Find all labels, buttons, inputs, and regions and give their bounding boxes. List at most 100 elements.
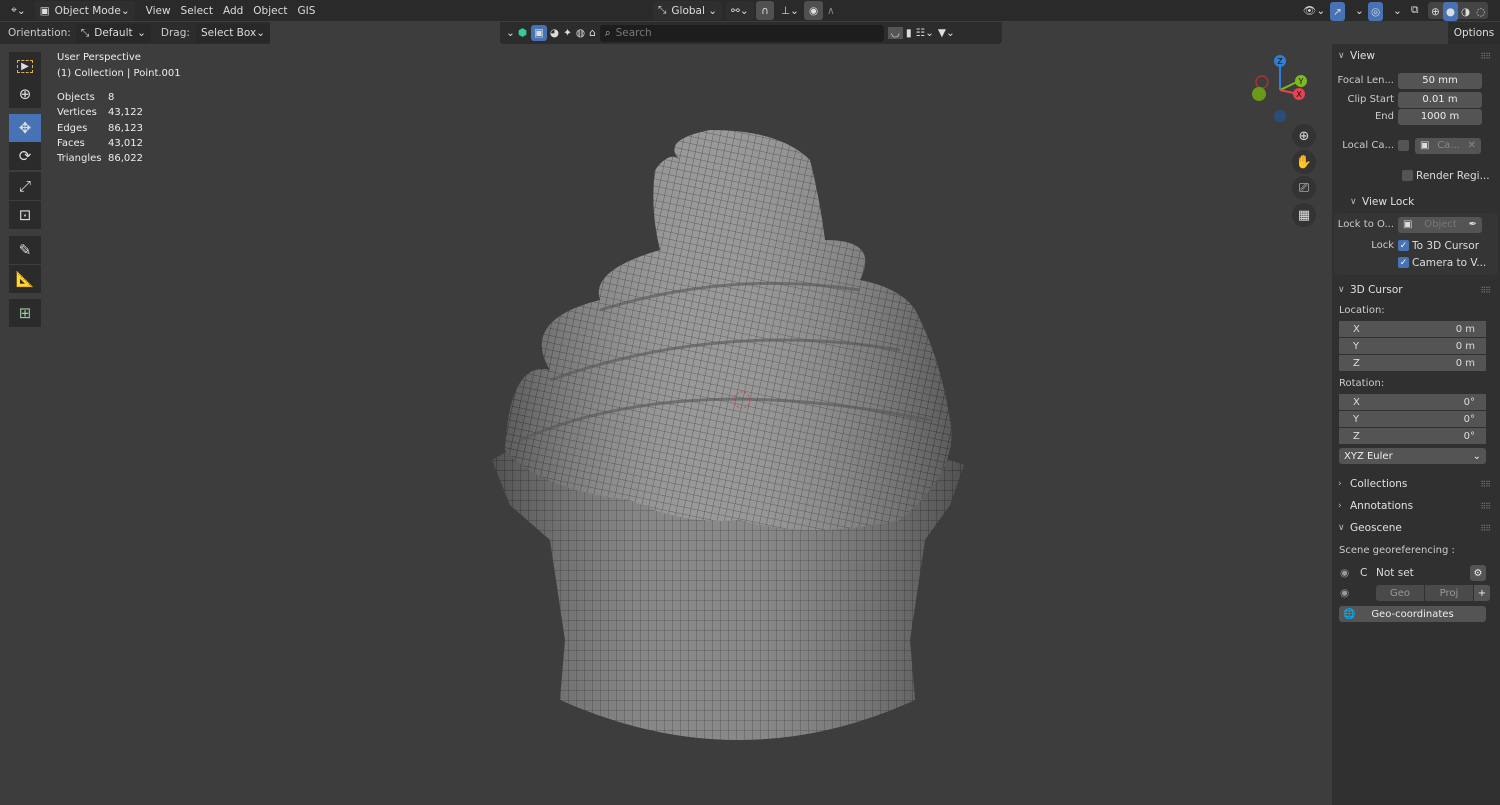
rotate-tool[interactable]: ⟳ — [9, 142, 41, 170]
filter-toggle[interactable]: ◡ — [887, 27, 903, 39]
bookmark-icon[interactable]: ▮ — [906, 27, 912, 39]
panel-geoscene-header[interactable]: ∨ Geoscene ⠿⠿ — [1332, 517, 1500, 539]
drag-grip-icon[interactable]: ⠿⠿ — [1480, 524, 1491, 533]
pencil-icon: ✎ — [18, 241, 32, 259]
cursor-location-x-field[interactable]: X0 m — [1339, 321, 1486, 337]
cursor-rotation-y-field[interactable]: Y 0° — [1339, 411, 1486, 427]
check-icon: ✓ — [1398, 257, 1409, 268]
camera-view-button[interactable]: ⎚ — [1292, 176, 1316, 200]
chevron-down-icon: ∨ — [1338, 51, 1345, 61]
panel-collections-header[interactable]: › Collections ⠿⠿ — [1332, 473, 1500, 495]
object-mode-icon: ▣ — [39, 4, 50, 17]
menu-gis[interactable]: GIS — [293, 1, 321, 20]
scale-tool[interactable]: ⤢ — [9, 172, 41, 200]
snap-target-dropdown[interactable]: ⊥ ⌄ — [776, 1, 804, 20]
cupcake-mesh[interactable] — [480, 120, 980, 760]
overlays-toggle[interactable]: ◎ — [1368, 2, 1384, 21]
visibility-dropdown[interactable]: 👁 ⌄ — [1298, 1, 1330, 20]
cursor-rotation-fields: X 0° Y 0° Z 0° — [1332, 394, 1500, 444]
brush-icon[interactable]: ⌂ — [589, 27, 596, 39]
menu-object[interactable]: Object — [248, 1, 292, 20]
menu-view[interactable]: View — [141, 1, 176, 20]
drag-dropdown[interactable]: Select Box ⌄ — [195, 23, 270, 43]
focal-length-field[interactable]: 50 mm — [1398, 72, 1482, 89]
clip-end-field[interactable]: 1000 m — [1398, 108, 1482, 125]
geo-coordinates-button[interactable]: 🌐 Geo-coordinates — [1339, 606, 1486, 622]
snap-toggle[interactable]: ∩ — [756, 1, 774, 20]
falloff-dropdown[interactable]: ∧ — [822, 1, 840, 20]
panel-3d-cursor-header[interactable]: ∨ 3D Cursor ⠿⠿ — [1332, 279, 1500, 301]
collapse-chevron[interactable]: ⌄ — [506, 27, 515, 39]
orientation-dropdown[interactable]: ⤡ Default ⌄ — [75, 23, 151, 43]
clear-icon[interactable]: ✕ — [1468, 140, 1476, 151]
shading-wireframe[interactable]: ⊕ — [1428, 2, 1443, 21]
neg-z-handle[interactable] — [1274, 110, 1286, 122]
shading-solid[interactable]: ● — [1442, 2, 1458, 21]
render-region-checkbox[interactable]: Render Regi... — [1332, 167, 1500, 184]
chevron-right-icon: › — [1338, 501, 1342, 511]
world-icon[interactable]: ◍ — [576, 27, 585, 39]
move-tool[interactable]: ✥ — [9, 114, 41, 142]
panel-view-lock-header[interactable]: ∨ View Lock — [1332, 191, 1500, 213]
drag-grip-icon[interactable]: ⠿⠿ — [1480, 286, 1491, 295]
gizmo-dropdown[interactable]: ⌄ — [1350, 1, 1369, 20]
add-cube-tool[interactable]: ⊞ — [9, 299, 41, 327]
eyedropper-icon[interactable]: ✒ — [1469, 219, 1477, 230]
transform-orientation-dropdown[interactable]: ⤡ Global ⌄ — [653, 1, 723, 20]
add-crs-button[interactable]: + — [1474, 585, 1490, 601]
proportional-edit-toggle[interactable]: ◉ — [804, 1, 824, 20]
xray-toggle[interactable]: ⧉ — [1406, 1, 1424, 20]
annotate-tool[interactable]: ✎ — [9, 236, 41, 264]
shading-material[interactable]: ◑ — [1458, 2, 1473, 21]
transform-tool[interactable]: ⊡ — [9, 201, 41, 229]
zoom-button[interactable]: ⊕ — [1292, 124, 1316, 148]
viewport-shading-icon[interactable]: ◕ — [550, 27, 559, 39]
overlays-dropdown[interactable]: ⌄ — [1388, 1, 1407, 20]
navigation-gizmo[interactable]: Z Y X — [1245, 50, 1315, 125]
editor-type-button[interactable]: ⌖ ⌄ — [6, 1, 31, 20]
neg-x-handle[interactable] — [1255, 75, 1269, 89]
select-box-tool[interactable]: ▶ — [9, 52, 41, 80]
measure-tool[interactable]: 📐 — [9, 265, 41, 293]
pivot-point-dropdown[interactable]: ⚯ ⌄ — [726, 1, 754, 20]
cursor-rotation-z-field[interactable]: Z 0° — [1339, 428, 1486, 444]
panel-annotations-header[interactable]: › Annotations ⠿⠿ — [1332, 495, 1500, 517]
options-button[interactable]: Options — [1448, 22, 1500, 44]
object-types-icon[interactable]: ⬢ — [518, 27, 527, 39]
gizmo-toggle[interactable]: ↗ — [1330, 2, 1345, 21]
lights-icon[interactable]: ✦ — [563, 27, 572, 39]
display-mode-icon[interactable]: ☷⌄ — [916, 27, 934, 39]
cursor-location-z-field[interactable]: Z0 m — [1339, 355, 1486, 371]
mode-dropdown[interactable]: ▣ Object Mode ⌄ — [34, 1, 135, 20]
shading-modes: ⊕ ● ◑ ◌ — [1428, 2, 1489, 21]
stat-row: Triangles 86,022 — [57, 153, 143, 165]
menu-select[interactable]: Select — [176, 1, 218, 20]
lock-to-cursor-checkbox[interactable]: ✓ To 3D Cursor — [1398, 240, 1479, 252]
proj-button[interactable]: Proj — [1425, 585, 1473, 601]
camera-to-view-checkbox[interactable]: ✓ Camera to V... — [1398, 257, 1486, 269]
local-camera-field[interactable]: ▣ Ca... ✕ — [1415, 137, 1481, 154]
pan-button[interactable]: ✋ — [1292, 150, 1316, 174]
cursor-location-y-field[interactable]: Y0 m — [1339, 338, 1486, 354]
geo-button[interactable]: Geo — [1376, 585, 1424, 601]
search-input[interactable]: ⌕ Search — [599, 24, 884, 42]
cursor-tool[interactable]: ⊕ — [9, 80, 41, 108]
falloff-curve-icon: ∧ — [827, 4, 835, 17]
panel-view-header[interactable]: ∨ View ⠿⠿ — [1332, 45, 1500, 67]
local-camera-checkbox[interactable] — [1398, 140, 1409, 151]
drag-grip-icon[interactable]: ⠿⠿ — [1480, 52, 1491, 61]
lock-object-field[interactable]: ▣ Object ✒ — [1398, 216, 1482, 233]
menu-add[interactable]: Add — [218, 1, 248, 20]
neg-y-handle[interactable] — [1252, 87, 1266, 101]
cursor-rotation-x-field[interactable]: X 0° — [1339, 394, 1486, 410]
filter-funnel-icon[interactable]: ▼⌄ — [938, 27, 955, 39]
ortho-toggle-button[interactable]: ▦ — [1292, 203, 1316, 227]
drag-grip-icon[interactable]: ⠿⠿ — [1480, 502, 1491, 511]
select-mode-button[interactable]: ▣ — [530, 25, 547, 41]
shading-rendered[interactable]: ◌ — [1473, 2, 1488, 21]
rotation-mode-dropdown[interactable]: XYZ Euler ⌄ — [1339, 448, 1486, 464]
crs-settings-button[interactable]: ⚙ — [1470, 565, 1486, 581]
drag-grip-icon[interactable]: ⠿⠿ — [1480, 480, 1491, 489]
clip-start-field[interactable]: 0.01 m — [1398, 91, 1482, 108]
snap-increment-icon: ⊥ — [781, 4, 791, 17]
